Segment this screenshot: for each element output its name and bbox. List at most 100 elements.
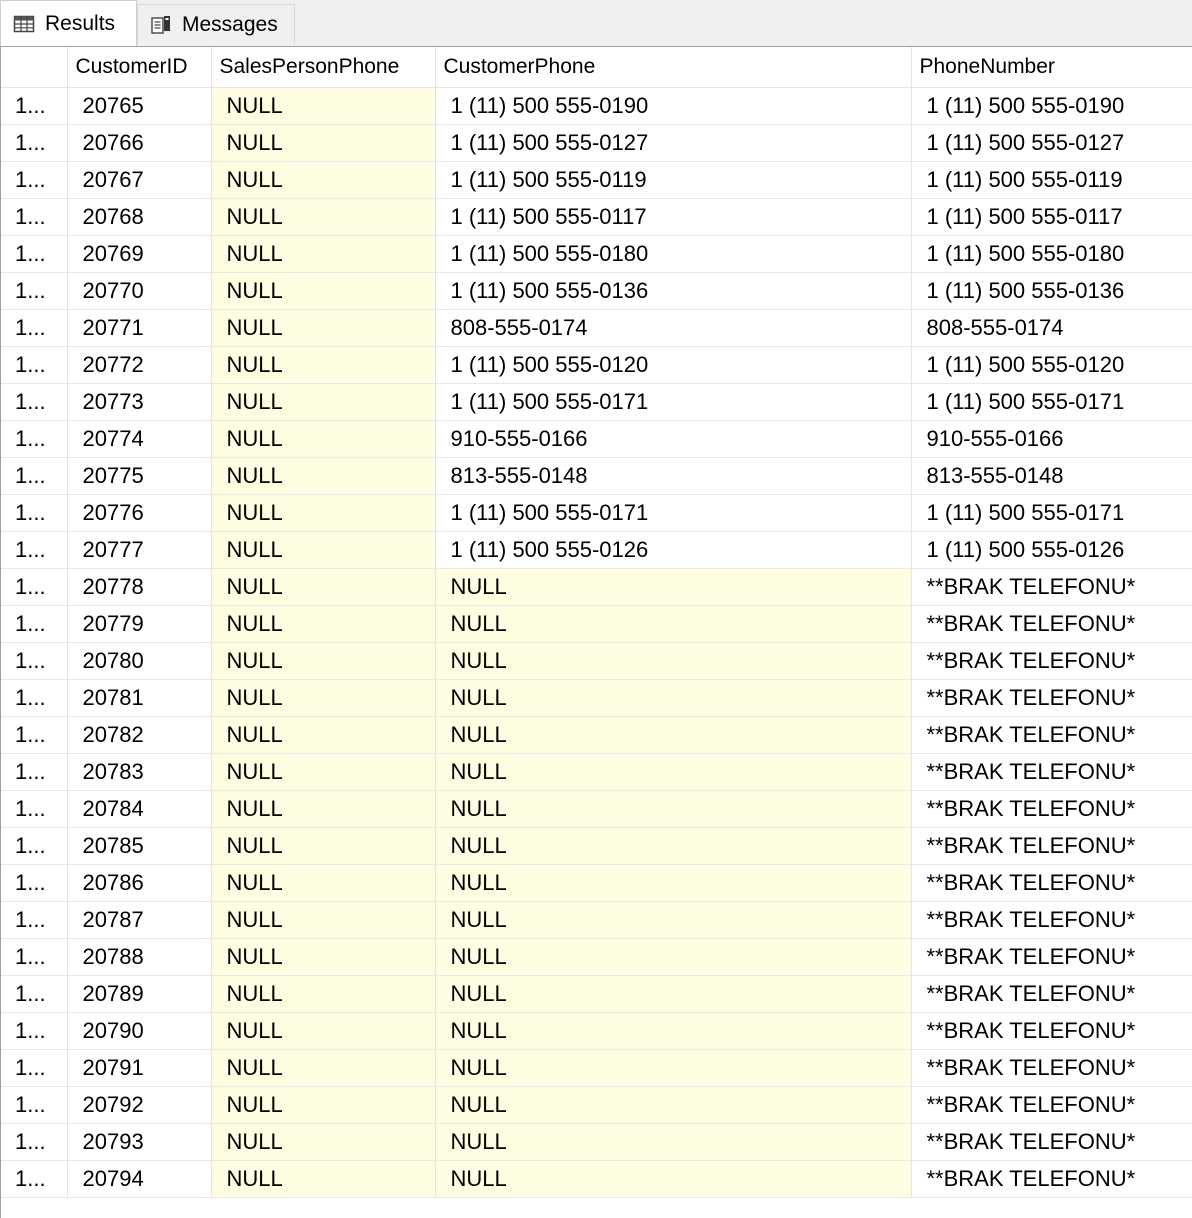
row-number-cell[interactable]: 1... [1, 1086, 68, 1124]
customerphone-cell[interactable]: 1 (11) 500 555-0136 [435, 272, 912, 310]
table-row[interactable]: 1... 20769 NULL 1 (11) 500 555-0180 1 (11) 5… [1, 235, 1192, 273]
phonenumber-cell[interactable]: **BRAK TELEFONU* [911, 716, 1192, 754]
row-number-cell[interactable]: 1... [1, 124, 68, 162]
table-row[interactable]: 1... 20765 NULL 1 (11) 500 555-0190 1 (11) 5… [1, 87, 1192, 125]
salespersonphone-cell[interactable]: NULL [211, 901, 436, 939]
row-number-cell[interactable]: 1... [1, 642, 68, 680]
salespersonphone-cell[interactable]: NULL [211, 198, 436, 236]
salespersonphone-cell[interactable]: NULL [211, 938, 436, 976]
customerid-cell[interactable]: 20781 [67, 679, 212, 717]
customerphone-cell[interactable]: 813-555-0148 [435, 457, 912, 495]
row-number-cell[interactable]: 1... [1, 1049, 68, 1087]
table-row[interactable]: 1... 20785 NULL NULL **BRAK TELEFONU* [1, 827, 1192, 865]
customerid-cell[interactable]: 20769 [67, 235, 212, 273]
row-number-cell[interactable]: 1... [1, 531, 68, 569]
phonenumber-cell[interactable]: **BRAK TELEFONU* [911, 605, 1192, 643]
customerphone-cell[interactable]: NULL [435, 827, 912, 865]
row-number-cell[interactable]: 1... [1, 605, 68, 643]
phonenumber-cell[interactable]: **BRAK TELEFONU* [911, 1049, 1192, 1087]
salespersonphone-cell[interactable]: NULL [211, 383, 436, 421]
customerid-cell[interactable]: 20765 [67, 87, 212, 125]
phonenumber-cell[interactable]: **BRAK TELEFONU* [911, 790, 1192, 828]
customerphone-cell[interactable]: NULL [435, 975, 912, 1013]
phonenumber-cell[interactable]: 1 (11) 500 555-0190 [911, 87, 1192, 125]
table-row[interactable]: 1... 20784 NULL NULL **BRAK TELEFONU* [1, 790, 1192, 828]
phonenumber-cell[interactable]: 1 (11) 500 555-0120 [911, 346, 1192, 384]
phonenumber-cell[interactable]: 1 (11) 500 555-0171 [911, 383, 1192, 421]
salespersonphone-cell[interactable]: NULL [211, 1160, 436, 1198]
customerid-cell[interactable]: 20787 [67, 901, 212, 939]
row-number-cell[interactable]: 1... [1, 272, 68, 310]
table-row[interactable]: 1... 20780 NULL NULL **BRAK TELEFONU* [1, 642, 1192, 680]
customerid-cell[interactable]: 20786 [67, 864, 212, 902]
customerphone-cell[interactable]: 1 (11) 500 555-0120 [435, 346, 912, 384]
table-row[interactable]: 1... 20788 NULL NULL **BRAK TELEFONU* [1, 938, 1192, 976]
row-number-cell[interactable]: 1... [1, 457, 68, 495]
column-header-salespersonphone[interactable]: SalesPersonPhone [211, 47, 436, 88]
salespersonphone-cell[interactable]: NULL [211, 309, 436, 347]
customerphone-cell[interactable]: 910-555-0166 [435, 420, 912, 458]
customerid-cell[interactable]: 20767 [67, 161, 212, 199]
table-row[interactable]: 1... 20781 NULL NULL **BRAK TELEFONU* [1, 679, 1192, 717]
phonenumber-cell[interactable]: **BRAK TELEFONU* [911, 679, 1192, 717]
customerphone-cell[interactable]: NULL [435, 1012, 912, 1050]
customerphone-cell[interactable]: NULL [435, 605, 912, 643]
salespersonphone-cell[interactable]: NULL [211, 1086, 436, 1124]
table-row[interactable]: 1... 20792 NULL NULL **BRAK TELEFONU* [1, 1086, 1192, 1124]
customerid-cell[interactable]: 20777 [67, 531, 212, 569]
customerphone-cell[interactable]: NULL [435, 938, 912, 976]
salespersonphone-cell[interactable]: NULL [211, 346, 436, 384]
table-row[interactable]: 1... 20782 NULL NULL **BRAK TELEFONU* [1, 716, 1192, 754]
table-row[interactable]: 1... 20767 NULL 1 (11) 500 555-0119 1 (11) 5… [1, 161, 1192, 199]
customerphone-cell[interactable]: NULL [435, 1160, 912, 1198]
table-row[interactable]: 1... 20775 NULL 813-555-0148 813-555-0148 [1, 457, 1192, 495]
phonenumber-cell[interactable]: **BRAK TELEFONU* [911, 753, 1192, 791]
tab-messages[interactable]: Messages [137, 4, 295, 44]
table-row[interactable]: 1... 20766 NULL 1 (11) 500 555-0127 1 (11) 5… [1, 124, 1192, 162]
phonenumber-cell[interactable]: 1 (11) 500 555-0117 [911, 198, 1192, 236]
table-row[interactable]: 1... 20787 NULL NULL **BRAK TELEFONU* [1, 901, 1192, 939]
row-number-cell[interactable]: 1... [1, 975, 68, 1013]
customerphone-cell[interactable]: NULL [435, 679, 912, 717]
salespersonphone-cell[interactable]: NULL [211, 235, 436, 273]
row-number-cell[interactable]: 1... [1, 1160, 68, 1198]
salespersonphone-cell[interactable]: NULL [211, 272, 436, 310]
customerphone-cell[interactable]: NULL [435, 901, 912, 939]
row-number-cell[interactable]: 1... [1, 568, 68, 606]
customerphone-cell[interactable]: NULL [435, 1086, 912, 1124]
customerid-cell[interactable]: 20790 [67, 1012, 212, 1050]
table-row[interactable]: 1... 20770 NULL 1 (11) 500 555-0136 1 (11) 5… [1, 272, 1192, 310]
phonenumber-cell[interactable]: 1 (11) 500 555-0180 [911, 235, 1192, 273]
table-row[interactable]: 1... 20776 NULL 1 (11) 500 555-0171 1 (11) 5… [1, 494, 1192, 532]
table-row[interactable]: 1... 20773 NULL 1 (11) 500 555-0171 1 (11) 5… [1, 383, 1192, 421]
table-row[interactable]: 1... 20777 NULL 1 (11) 500 555-0126 1 (11) 5… [1, 531, 1192, 569]
salespersonphone-cell[interactable]: NULL [211, 716, 436, 754]
customerid-cell[interactable]: 20766 [67, 124, 212, 162]
salespersonphone-cell[interactable]: NULL [211, 457, 436, 495]
customerphone-cell[interactable]: 1 (11) 500 555-0126 [435, 531, 912, 569]
row-number-cell[interactable]: 1... [1, 87, 68, 125]
phonenumber-cell[interactable]: **BRAK TELEFONU* [911, 827, 1192, 865]
row-number-cell[interactable]: 1... [1, 864, 68, 902]
row-number-cell[interactable]: 1... [1, 901, 68, 939]
customerid-cell[interactable]: 20785 [67, 827, 212, 865]
table-row[interactable]: 1... 20778 NULL NULL **BRAK TELEFONU* [1, 568, 1192, 606]
salespersonphone-cell[interactable]: NULL [211, 87, 436, 125]
table-row[interactable]: 1... 20771 NULL 808-555-0174 808-555-0174 [1, 309, 1192, 347]
salespersonphone-cell[interactable]: NULL [211, 790, 436, 828]
row-number-cell[interactable]: 1... [1, 420, 68, 458]
customerid-cell[interactable]: 20778 [67, 568, 212, 606]
row-number-cell[interactable]: 1... [1, 938, 68, 976]
customerphone-cell[interactable]: 1 (11) 500 555-0171 [435, 494, 912, 532]
row-number-cell[interactable]: 1... [1, 1123, 68, 1161]
phonenumber-cell[interactable]: **BRAK TELEFONU* [911, 901, 1192, 939]
row-number-cell[interactable]: 1... [1, 383, 68, 421]
customerid-cell[interactable]: 20793 [67, 1123, 212, 1161]
salespersonphone-cell[interactable]: NULL [211, 1012, 436, 1050]
customerid-cell[interactable]: 20776 [67, 494, 212, 532]
table-row[interactable]: 1... 20794 NULL NULL **BRAK TELEFONU* [1, 1160, 1192, 1198]
salespersonphone-cell[interactable]: NULL [211, 161, 436, 199]
salespersonphone-cell[interactable]: NULL [211, 1049, 436, 1087]
customerphone-cell[interactable]: 1 (11) 500 555-0190 [435, 87, 912, 125]
phonenumber-cell[interactable]: 808-555-0174 [911, 309, 1192, 347]
